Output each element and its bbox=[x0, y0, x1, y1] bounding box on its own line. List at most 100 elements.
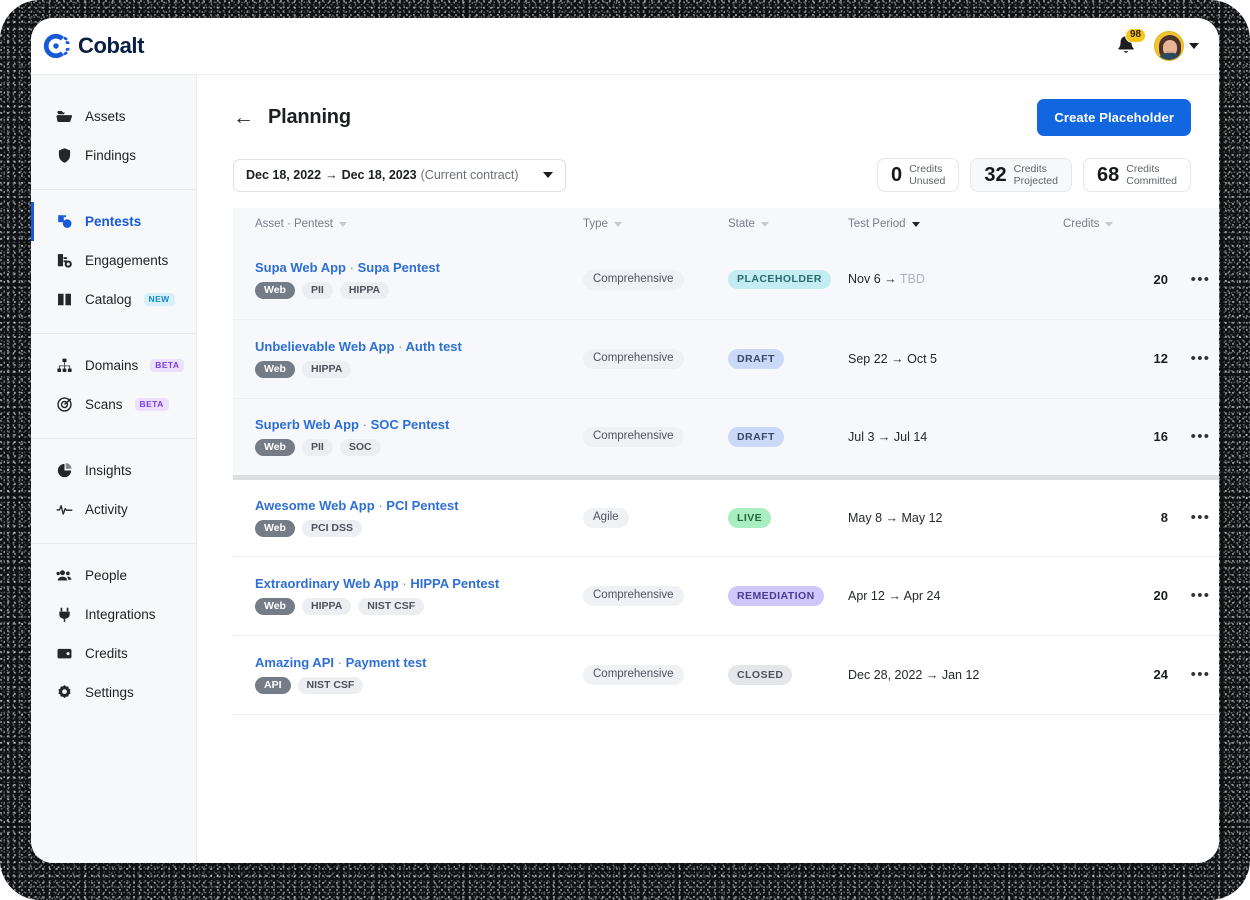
column-header-type[interactable]: Type bbox=[583, 208, 728, 240]
column-label: Credits bbox=[1063, 218, 1100, 230]
type-chip: Comprehensive bbox=[583, 586, 684, 606]
period-start: Dec 28, 2022 bbox=[848, 667, 923, 682]
test-period: Nov 6 → TBD bbox=[848, 272, 925, 286]
cell-state: DRAFT bbox=[728, 398, 848, 480]
column-header-state[interactable]: State bbox=[728, 208, 848, 240]
cell-asset-pentest: Unbelievable Web App · Auth test Web HIPP… bbox=[233, 319, 583, 399]
sidebar-badge-new: NEW bbox=[143, 292, 175, 307]
credits-committed-label: Credits Committed bbox=[1126, 163, 1177, 188]
notifications-button[interactable]: 98 bbox=[1114, 28, 1147, 59]
page-title: Planning bbox=[268, 106, 351, 128]
sidebar-group: Assets Findings bbox=[31, 85, 196, 189]
column-header-test-period[interactable]: Test Period bbox=[848, 208, 1063, 240]
ellipsis-icon[interactable]: ••• bbox=[1168, 272, 1219, 287]
pentest-name: SOC Pentest bbox=[370, 416, 450, 432]
arrow-left-icon[interactable]: ← bbox=[233, 107, 254, 128]
ellipsis-icon[interactable]: ••• bbox=[1168, 667, 1219, 682]
sort-caret-icon-active bbox=[911, 221, 920, 227]
cell-credits: 8 bbox=[1063, 477, 1168, 557]
asset-tag-list: Web PII SOC bbox=[255, 438, 583, 457]
credits-value: 8 bbox=[1160, 510, 1168, 525]
type-chip: Agile bbox=[583, 508, 629, 528]
asset-pentest-link[interactable]: Awesome Web App · PCI Pentest bbox=[255, 498, 583, 513]
asset-separator: · bbox=[337, 654, 342, 670]
period-end: Jul 14 bbox=[893, 429, 928, 444]
sidebar-group: People Integrations Credits Settings bbox=[31, 543, 196, 726]
table-row[interactable]: Amazing API · Payment test API NIST CSF C… bbox=[233, 635, 1219, 715]
sidebar-item-label: Pentests bbox=[85, 214, 142, 229]
date-range-select[interactable]: Dec 18, 2022 → Dec 18, 2023 (Current con… bbox=[233, 158, 566, 192]
column-header-credits[interactable]: Credits bbox=[1063, 208, 1168, 240]
pentest-name: Payment test bbox=[345, 654, 427, 670]
cell-state: CLOSED bbox=[728, 635, 848, 715]
cell-test-period: Dec 28, 2022 → Jan 12 bbox=[848, 635, 1063, 715]
sidebar-item-findings[interactable]: Findings bbox=[31, 136, 196, 175]
sort-caret-icon bbox=[338, 221, 347, 227]
sidebar-item-credits[interactable]: Credits bbox=[31, 634, 196, 673]
sidebar-item-assets[interactable]: Assets bbox=[31, 97, 196, 136]
user-menu[interactable] bbox=[1154, 31, 1199, 61]
asset-pentest-link[interactable]: Supa Web App · Supa Pentest bbox=[255, 260, 583, 275]
asset-tag-list: Web PII HIPPA bbox=[255, 281, 583, 299]
cell-type: Agile bbox=[583, 477, 728, 557]
cell-actions: ••• bbox=[1168, 477, 1219, 557]
sidebar-item-engagements[interactable]: Engagements bbox=[31, 241, 196, 280]
cell-state: DRAFT bbox=[728, 319, 848, 399]
table-row[interactable]: Supa Web App · Supa Pentest Web PII HIPPA … bbox=[233, 240, 1219, 320]
table-row[interactable]: Superb Web App · SOC Pentest Web PII SOC C… bbox=[233, 398, 1219, 480]
sidebar-item-settings[interactable]: Settings bbox=[31, 673, 196, 712]
sidebar-badge-beta: BETA bbox=[134, 397, 169, 412]
ellipsis-icon[interactable]: ••• bbox=[1168, 429, 1219, 444]
sidebar-item-integrations[interactable]: Integrations bbox=[31, 595, 196, 634]
sidebar-item-domains[interactable]: Domains BETA bbox=[31, 346, 196, 385]
asset-pentest-link[interactable]: Extraordinary Web App · HIPPA Pentest bbox=[255, 576, 583, 591]
sidebar-group: Domains BETA Scans BETA bbox=[31, 333, 196, 438]
sidebar-item-catalog[interactable]: Catalog NEW bbox=[31, 280, 196, 319]
label-line-1: Credits bbox=[1126, 162, 1160, 175]
app-body: Assets Findings Pentests Engagements Cat… bbox=[31, 75, 1219, 863]
asset-pentest-link[interactable]: Unbelievable Web App · Auth test bbox=[255, 339, 583, 354]
asset-pentest-link[interactable]: Superb Web App · SOC Pentest bbox=[255, 417, 583, 432]
asset-separator: · bbox=[362, 416, 367, 432]
sidebar-group: Insights Activity bbox=[31, 438, 196, 543]
table-row[interactable]: Unbelievable Web App · Auth test Web HIPP… bbox=[233, 319, 1219, 399]
wallet-icon bbox=[56, 645, 73, 662]
ellipsis-icon[interactable]: ••• bbox=[1168, 588, 1219, 603]
label-line-1: Credits bbox=[1013, 162, 1047, 175]
sidebar-item-people[interactable]: People bbox=[31, 556, 196, 595]
cell-asset-pentest: Supa Web App · Supa Pentest Web PII HIPPA bbox=[233, 240, 583, 320]
cell-actions: ••• bbox=[1168, 398, 1219, 480]
asset-tag: Web bbox=[255, 360, 295, 379]
ellipsis-icon[interactable]: ••• bbox=[1168, 351, 1219, 366]
credits-committed-value: 68 bbox=[1096, 164, 1120, 186]
target-icon bbox=[56, 396, 73, 413]
period-start: May 8 bbox=[848, 510, 883, 525]
sidebar-item-activity[interactable]: Activity bbox=[31, 490, 196, 529]
sidebar-item-scans[interactable]: Scans BETA bbox=[31, 385, 196, 424]
sidebar-item-label: Credits bbox=[85, 646, 128, 661]
asset-pentest-link[interactable]: Amazing API · Payment test bbox=[255, 655, 583, 670]
table-row[interactable]: Awesome Web App · PCI Pentest Web PCI DSS… bbox=[233, 477, 1219, 557]
sidebar-item-insights[interactable]: Insights bbox=[31, 451, 196, 490]
create-placeholder-button[interactable]: Create Placeholder bbox=[1037, 99, 1191, 136]
engagements-icon bbox=[56, 252, 73, 269]
pulse-icon bbox=[56, 501, 73, 518]
test-period: Sep 22 → Oct 5 bbox=[848, 352, 937, 366]
asset-name: Extraordinary Web App bbox=[255, 575, 399, 591]
type-chip: Comprehensive bbox=[583, 427, 684, 447]
pentest-name: Supa Pentest bbox=[357, 259, 440, 275]
column-header-asset-pentest[interactable]: Asset · Pentest bbox=[233, 208, 583, 240]
ellipsis-icon[interactable]: ••• bbox=[1168, 510, 1219, 525]
book-icon bbox=[56, 291, 73, 308]
app-window: Cobalt 98 Assets Findings Pentests Engag… bbox=[31, 18, 1219, 863]
column-header-actions bbox=[1168, 208, 1219, 240]
brand-logo[interactable]: Cobalt bbox=[42, 32, 144, 60]
type-chip: Comprehensive bbox=[583, 349, 684, 369]
asset-tag: HIPPA bbox=[301, 360, 352, 379]
credits-committed-card: 68 Credits Committed bbox=[1082, 158, 1191, 192]
sidebar-item-pentests[interactable]: Pentests bbox=[31, 202, 196, 241]
credits-value: 16 bbox=[1153, 429, 1168, 444]
table-row[interactable]: Extraordinary Web App · HIPPA Pentest We… bbox=[233, 556, 1219, 636]
column-label: Type bbox=[583, 218, 608, 230]
top-bar: Cobalt 98 bbox=[31, 18, 1219, 75]
